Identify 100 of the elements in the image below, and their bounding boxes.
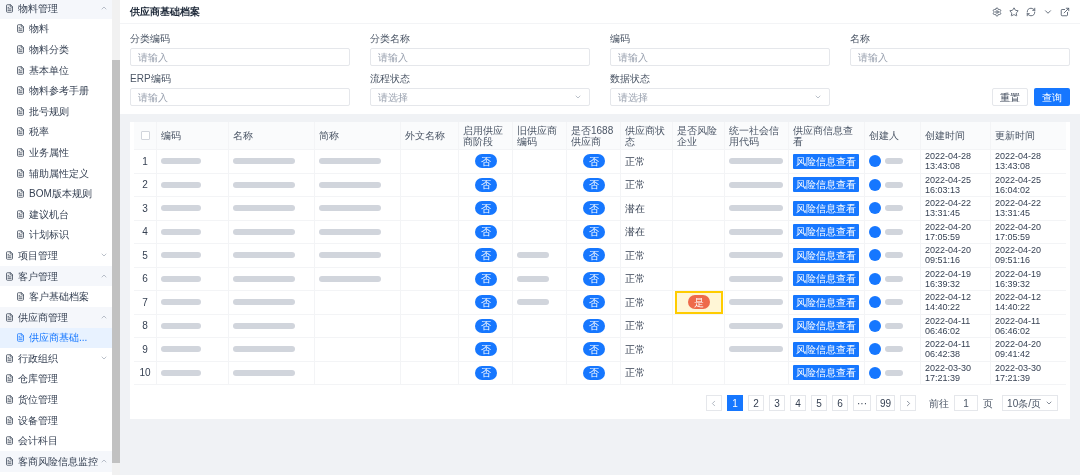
risk-info-button[interactable]: 风险信息查看 — [793, 200, 859, 216]
risk-info-button[interactable]: 风险信息查看 — [793, 247, 859, 263]
refresh-icon[interactable] — [1026, 6, 1036, 17]
blurred-text — [729, 346, 783, 353]
document-icon — [5, 312, 14, 322]
created-time: 2022-04-28 13:43:08 — [925, 151, 973, 172]
chevron-down-icon — [814, 93, 822, 101]
blurred-text — [161, 158, 201, 165]
field-label: 流程状态 — [370, 72, 411, 85]
updated-time: 2022-04-20 17:05:59 — [995, 221, 1043, 242]
sidebar-item[interactable]: 基本单位 — [0, 59, 112, 81]
sidebar-item[interactable]: 税率 — [0, 121, 112, 143]
blurred-text — [233, 205, 295, 212]
status-pill: 否 — [582, 201, 605, 216]
risk-info-button[interactable]: 风险信息查看 — [793, 341, 859, 357]
blurred-text — [161, 275, 201, 282]
sidebar-item[interactable]: 物料 — [0, 18, 112, 40]
page-button[interactable]: 6 — [831, 395, 848, 411]
page-button[interactable]: 2 — [747, 395, 764, 411]
page-input[interactable]: 1 — [954, 395, 979, 411]
column-header: 供应商信息查看 — [793, 124, 854, 147]
sidebar-item[interactable]: 客户基础档案 — [0, 286, 112, 307]
sidebar-item[interactable]: 建议机台 — [0, 203, 112, 225]
sidebar-item[interactable]: 供应商基础... — [0, 327, 112, 349]
sidebar-item[interactable]: BOM版本规则 — [0, 183, 112, 204]
avatar — [869, 178, 881, 191]
risk-info-button[interactable]: 风险信息查看 — [793, 318, 859, 334]
sidebar-item[interactable]: 业务属性 — [0, 142, 112, 163]
created-time: 2022-04-11 06:42:38 — [925, 339, 972, 360]
created-time: 2022-04-19 16:39:32 — [925, 268, 973, 289]
document-icon — [5, 395, 14, 405]
page-button[interactable]: 99 — [875, 395, 896, 411]
column-header: 外文名称 — [405, 130, 445, 141]
document-icon — [16, 333, 25, 343]
document-icon — [16, 106, 25, 116]
sidebar-item[interactable]: 辅助属性定义 — [0, 162, 112, 184]
page-button[interactable]: 1 — [726, 395, 743, 411]
blurred-text — [517, 299, 549, 306]
column-header: 是否1688供应商 — [571, 124, 615, 147]
sidebar-item[interactable]: 计划标识 — [0, 224, 112, 246]
blurred-text — [161, 369, 201, 376]
page-button[interactable]: 3 — [768, 395, 785, 411]
star-icon[interactable] — [1009, 6, 1019, 17]
status-text: 潜在 — [625, 201, 645, 216]
row-number: 10 — [139, 366, 151, 381]
blurred-text — [161, 322, 201, 329]
blurred-text — [729, 322, 783, 329]
created-time: 2022-04-12 14:40:22 — [925, 292, 973, 313]
sidebar-item[interactable]: 物料管理 — [0, 0, 112, 19]
sidebar-item[interactable]: 设备管理 — [0, 409, 112, 431]
blurred-text — [319, 275, 381, 282]
status-pill: 否 — [474, 224, 497, 239]
row-number: 6 — [142, 272, 148, 287]
status-pill: 否 — [474, 295, 497, 310]
export-icon[interactable] — [1060, 6, 1070, 17]
sidebar-item[interactable]: 会计科目 — [0, 430, 112, 452]
settings-icon[interactable] — [992, 6, 1002, 17]
sidebar-item[interactable]: 仓库管理 — [0, 368, 112, 390]
updated-time: 2022-04-28 13:43:08 — [995, 151, 1043, 172]
sidebar-item[interactable]: 客户管理 — [0, 265, 112, 287]
status-pill: 否 — [474, 177, 497, 192]
status-pill: 否 — [582, 295, 605, 310]
page-button[interactable]: 5 — [810, 395, 827, 411]
risk-info-button[interactable]: 风险信息查看 — [793, 365, 859, 381]
sidebar-item[interactable]: 项目管理 — [0, 245, 112, 266]
sidebar-item[interactable]: 物料分类 — [0, 39, 112, 60]
sidebar-item[interactable]: 客商风险信息监控 — [0, 451, 112, 472]
blurred-text — [885, 158, 903, 165]
blurred-text — [161, 252, 201, 259]
updated-time: 2022-03-30 17:21:39 — [995, 362, 1043, 383]
blurred-text — [233, 228, 295, 235]
sidebar-item[interactable]: 批号规则 — [0, 100, 112, 122]
checkbox[interactable] — [140, 131, 150, 140]
row-number: 4 — [142, 225, 148, 240]
avatar — [869, 249, 881, 262]
field-label: 名称 — [850, 32, 871, 45]
status-pill: 否 — [582, 318, 605, 333]
risk-info-button[interactable]: 风险信息查看 — [793, 224, 859, 240]
blurred-text — [319, 228, 381, 235]
risk-info-button[interactable]: 风险信息查看 — [793, 271, 859, 287]
page-button[interactable]: 4 — [789, 395, 806, 411]
status-pill: 否 — [582, 342, 605, 357]
reset-button[interactable]: 重置 — [992, 88, 1028, 106]
status-text: 正常 — [625, 342, 645, 357]
risk-info-button[interactable]: 风险信息查看 — [793, 294, 859, 310]
risk-info-button[interactable]: 风险信息查看 — [793, 177, 859, 193]
risk-info-button[interactable]: 风险信息查看 — [793, 153, 859, 169]
sidebar-item[interactable]: 货位管理 — [0, 389, 112, 410]
page-size-select[interactable]: 10条/页 — [1002, 395, 1058, 411]
document-icon — [16, 45, 25, 54]
sidebar-item[interactable]: 物料参考手册 — [0, 80, 112, 101]
avatar — [869, 202, 881, 215]
sidebar-scrollbar[interactable] — [112, 0, 120, 475]
sidebar-item[interactable]: 行政组织 — [0, 348, 112, 369]
query-button[interactable]: 查询 — [1034, 88, 1070, 106]
document-icon — [16, 24, 25, 34]
sidebar-item[interactable]: 供应商管理 — [0, 306, 112, 328]
goto-label: 前往 — [929, 396, 950, 411]
updated-time: 2022-04-19 16:39:32 — [995, 268, 1043, 289]
page-button[interactable]: ··· — [852, 395, 871, 411]
